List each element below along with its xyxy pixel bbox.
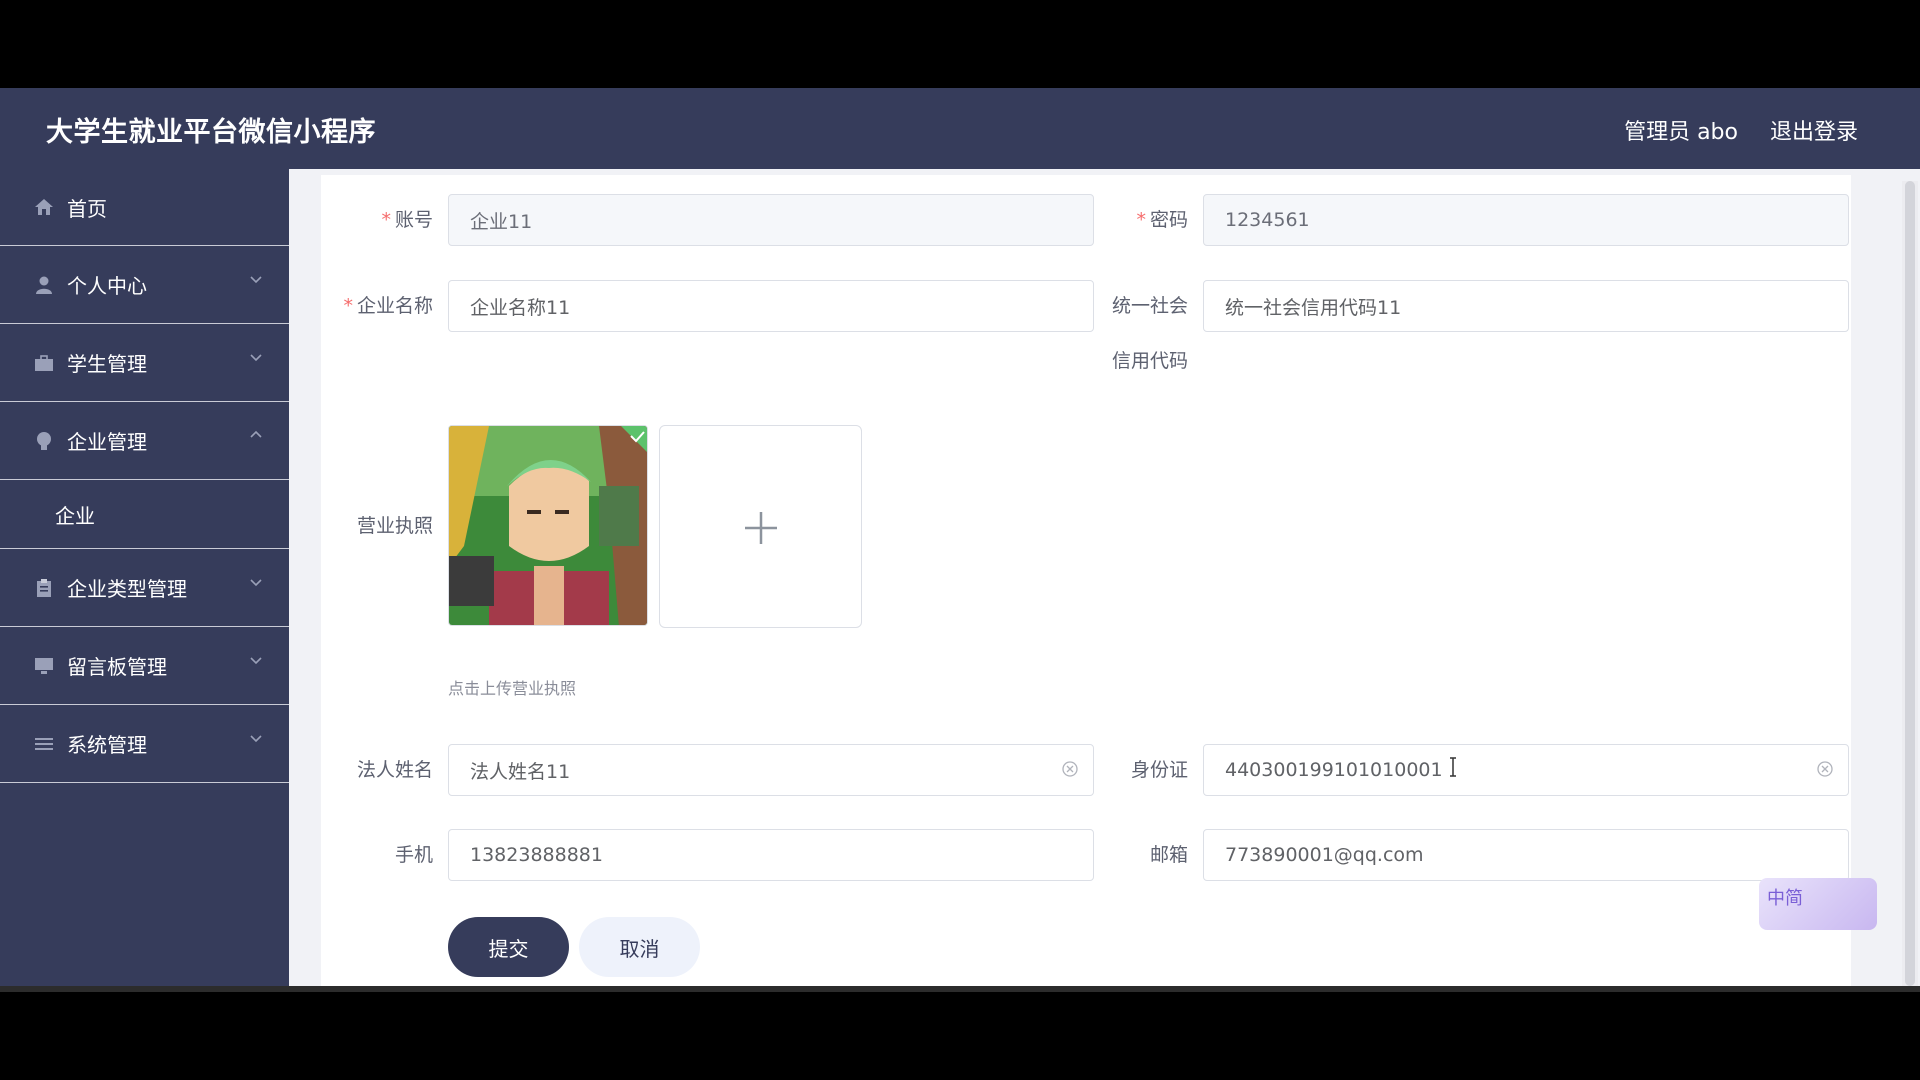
phone-label: 手机 <box>394 844 433 866</box>
user-icon <box>33 274 55 296</box>
id-card-label: 身份证 <box>1130 759 1188 781</box>
chevron-down-icon <box>250 354 262 362</box>
phone-field[interactable]: 13823888881 <box>448 829 1094 881</box>
clipboard-icon <box>33 577 55 599</box>
monitor-icon <box>33 655 55 677</box>
sidebar-item-company-types[interactable]: 企业类型管理 <box>0 549 289 627</box>
credit-code-label-line2: 信用代码 <box>1111 350 1188 372</box>
account-field[interactable]: 企业11 <box>448 194 1094 246</box>
chevron-down-icon <box>250 579 262 587</box>
sidebar: 首页 个人中心 学生管理 企业管理 企业 企业类型管理 留言板管理 系统管理 <box>0 169 289 986</box>
credit-code-field[interactable]: 统一社会信用代码11 <box>1203 280 1849 332</box>
home-icon <box>33 196 55 218</box>
sidebar-item-label: 企业管理 <box>67 430 147 454</box>
sidebar-item-home[interactable]: 首页 <box>0 169 289 246</box>
ime-widget[interactable]: 中简 <box>1759 878 1877 930</box>
upload-add-button[interactable] <box>659 425 862 628</box>
scrollbar[interactable] <box>1902 181 1918 986</box>
main-content: * 账号 企业11 * 密码 1234561 * 企业名称 企业名称11 统一社会 信… <box>289 169 1920 986</box>
company-name-label: * 企业名称 <box>343 295 433 317</box>
sidebar-item-label: 企业类型管理 <box>67 577 187 601</box>
id-card-field[interactable]: 440300199101010001 <box>1203 744 1849 796</box>
id-card-value: 440300199101010001 <box>1225 759 1443 781</box>
chevron-down-icon <box>250 276 262 284</box>
sidebar-item-companies[interactable]: 企业管理 <box>0 402 289 480</box>
license-photo <box>449 426 647 625</box>
scrollbar-thumb[interactable] <box>1905 181 1915 986</box>
account-label: * 账号 <box>381 209 433 231</box>
text-cursor-icon <box>1450 757 1456 777</box>
sidebar-item-label: 系统管理 <box>67 733 147 757</box>
chevron-down-icon <box>250 735 262 743</box>
sidebar-item-profile[interactable]: 个人中心 <box>0 246 289 324</box>
company-name-field[interactable]: 企业名称11 <box>448 280 1094 332</box>
legal-name-field[interactable]: 法人姓名11 <box>448 744 1094 796</box>
legal-name-label: 法人姓名 <box>356 759 433 781</box>
password-label: * 密码 <box>1136 209 1188 231</box>
list-icon <box>33 733 55 755</box>
briefcase-icon <box>33 352 55 374</box>
cancel-button[interactable]: 取消 <box>579 917 700 977</box>
email-label: 邮箱 <box>1149 844 1188 866</box>
sidebar-item-label: 个人中心 <box>67 274 147 298</box>
bulb-icon <box>33 430 55 452</box>
email-field[interactable]: 773890001@qq.com <box>1203 829 1849 881</box>
app-title: 大学生就业平台微信小程序 <box>46 117 376 148</box>
license-label: 营业执照 <box>356 515 433 537</box>
sidebar-item-students[interactable]: 学生管理 <box>0 324 289 402</box>
sidebar-subitem-label: 企业 <box>55 503 95 528</box>
app-window: 大学生就业平台微信小程序 管理员 abo 退出登录 首页 个人中心 学生管理 企… <box>0 88 1920 986</box>
logout-link[interactable]: 退出登录 <box>1770 114 1858 146</box>
sidebar-item-label: 首页 <box>67 196 107 221</box>
legal-name-value: 法人姓名11 <box>470 760 571 783</box>
chevron-up-icon <box>250 430 262 438</box>
chevron-down-icon <box>250 657 262 665</box>
top-bar: 大学生就业平台微信小程序 管理员 abo 退出登录 <box>0 88 1920 169</box>
submit-button[interactable]: 提交 <box>448 917 569 977</box>
license-image-thumbnail[interactable] <box>448 425 648 626</box>
sidebar-item-messages[interactable]: 留言板管理 <box>0 627 289 705</box>
upload-hint: 点击上传营业执照 <box>448 679 577 698</box>
password-field[interactable]: 1234561 <box>1203 194 1849 246</box>
clear-icon[interactable] <box>1816 760 1834 778</box>
credit-code-label: 统一社会 <box>1111 295 1188 317</box>
ime-widget-label: 中简 <box>1767 888 1803 909</box>
plus-icon <box>745 512 777 544</box>
sidebar-subitem-company[interactable]: 企业 <box>0 480 289 549</box>
sidebar-item-label: 留言板管理 <box>67 655 167 679</box>
sidebar-item-system[interactable]: 系统管理 <box>0 705 289 783</box>
sidebar-item-label: 学生管理 <box>67 352 147 376</box>
bottom-strip <box>0 986 1920 992</box>
company-form: * 账号 企业11 * 密码 1234561 * 企业名称 企业名称11 统一社会 信… <box>321 175 1851 986</box>
admin-user-label[interactable]: 管理员 abo <box>1624 114 1738 146</box>
